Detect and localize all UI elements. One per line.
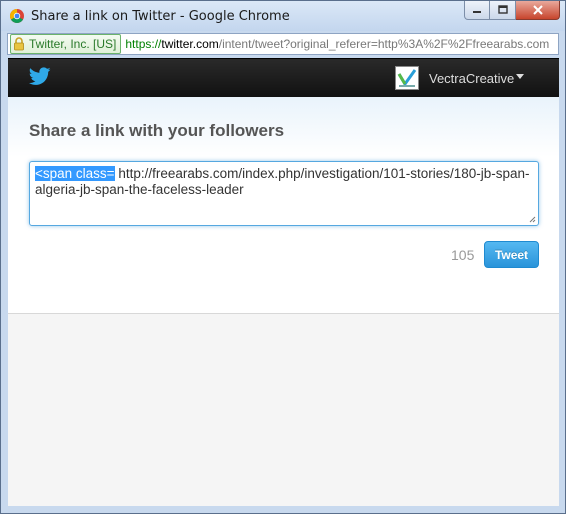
minimize-button[interactable] [464, 1, 490, 20]
avatar[interactable] [395, 66, 419, 90]
ev-certificate-label: Twitter, Inc. [US] [29, 37, 117, 51]
twitter-topbar: VectraCreative [8, 59, 559, 97]
url-domain: twitter.com [161, 37, 219, 51]
maximize-icon [497, 5, 508, 14]
tweet-button[interactable]: Tweet [484, 241, 539, 268]
browser-window: Share a link on Twitter - Google Chrome … [0, 0, 566, 514]
close-icon [532, 5, 543, 15]
selected-text: <span class= [35, 166, 115, 181]
page-title: Share a link with your followers [29, 121, 285, 140]
window-controls [464, 1, 560, 20]
resize-grip-icon[interactable] [529, 216, 536, 223]
url-scheme: https:// [125, 37, 162, 51]
character-counter: 105 [451, 247, 475, 263]
twitter-bird-icon[interactable] [29, 67, 51, 86]
ev-certificate-badge[interactable]: Twitter, Inc. [US] [10, 34, 122, 54]
window-title: Share a link on Twitter - Google Chrome [31, 9, 290, 24]
vectra-logo-icon [397, 69, 417, 87]
share-card: Share a link with your followers <span c… [8, 97, 559, 314]
url-path: /intent/tweet?original_referer=http%3A%2… [218, 37, 550, 51]
minimize-icon [473, 11, 481, 13]
title-bar[interactable]: Share a link on Twitter - Google Chrome [1, 1, 565, 31]
tweet-textarea[interactable]: <span class= http://freearabs.com/index.… [29, 161, 539, 226]
page-content: VectraCreative Share a link with your fo… [8, 58, 559, 508]
lock-icon [14, 37, 24, 51]
close-button[interactable] [516, 1, 560, 20]
maximize-button[interactable] [490, 1, 516, 20]
address-bar[interactable]: Twitter, Inc. [US] https://twitter.com/i… [7, 33, 559, 55]
chevron-down-icon[interactable] [516, 74, 524, 79]
account-name[interactable]: VectraCreative [429, 71, 514, 86]
chrome-icon [10, 9, 24, 23]
window-frame-bottom [1, 506, 565, 513]
